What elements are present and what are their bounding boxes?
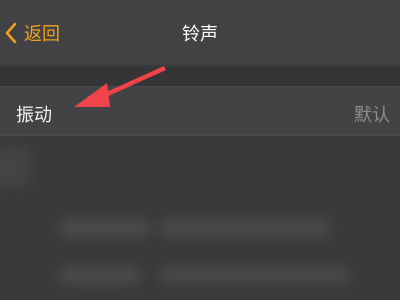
blurred-row <box>0 147 30 187</box>
blurred-row <box>160 267 350 283</box>
blurred-content <box>0 137 400 300</box>
blurred-row <box>60 219 150 237</box>
blurred-row <box>160 219 330 237</box>
vibration-row[interactable]: 振动 默认 <box>0 86 400 136</box>
vibration-label: 振动 <box>16 105 52 126</box>
blurred-row <box>60 267 140 283</box>
vibration-value: 默认 <box>354 105 390 126</box>
section-gap <box>0 67 400 86</box>
navigation-bar: 返回 铃声 <box>0 0 400 66</box>
page-title: 铃声 <box>182 24 218 45</box>
ringtone-screen: 返回 铃声 振动 默认 <box>0 0 400 300</box>
